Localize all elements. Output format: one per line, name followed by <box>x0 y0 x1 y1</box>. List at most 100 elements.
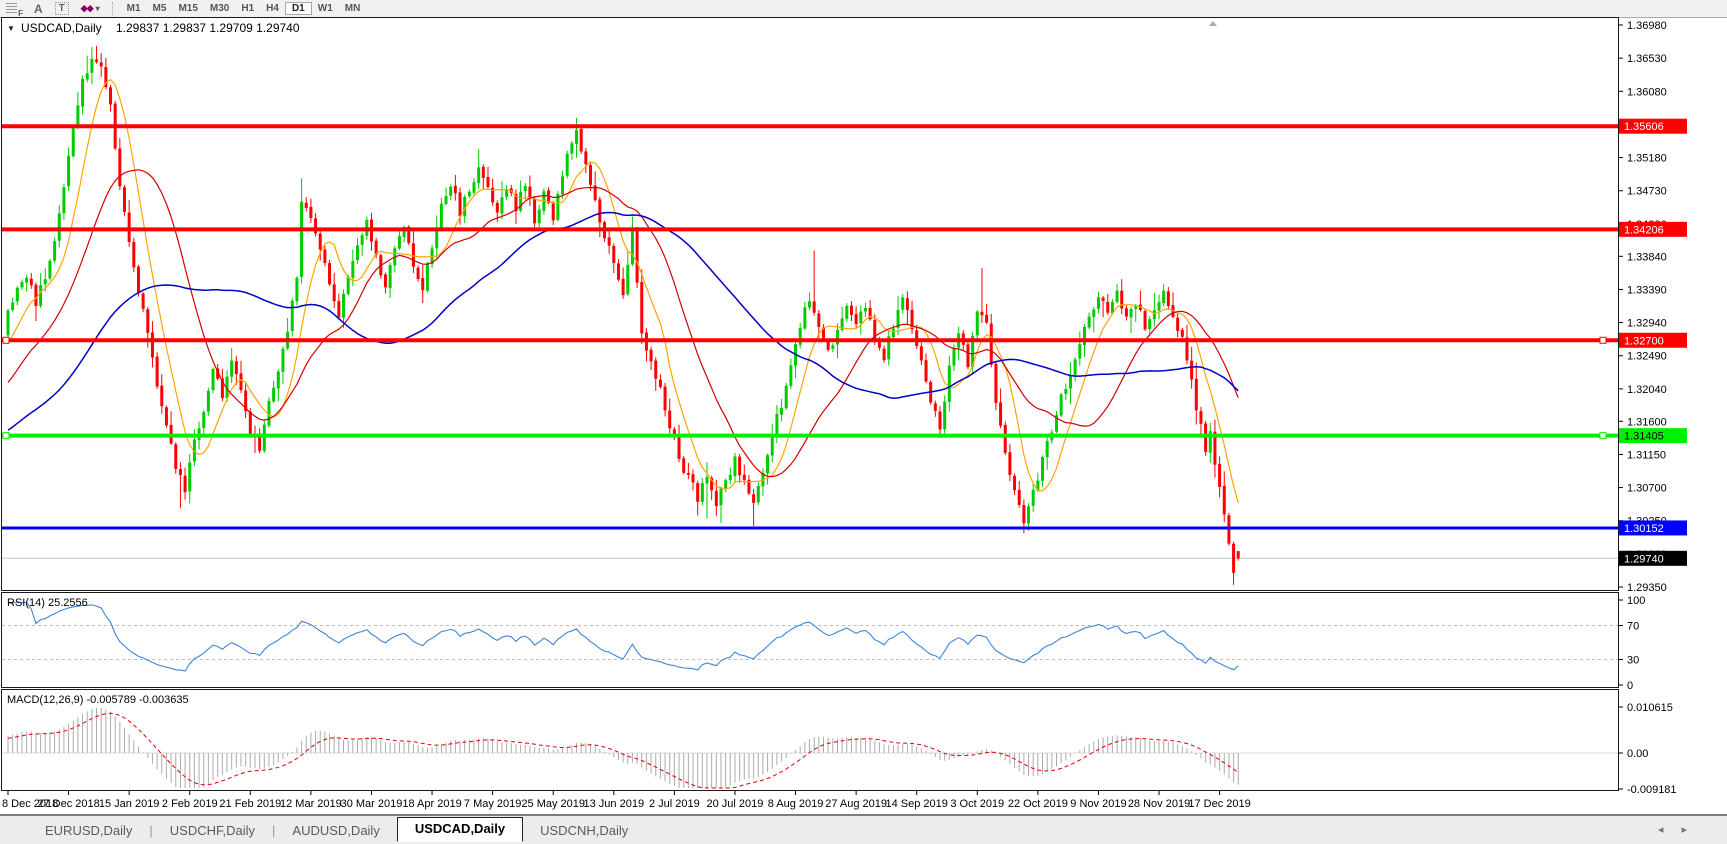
rsi-label: RSI(14) 25.2556 <box>7 597 88 609</box>
date-tick-label: 27 Dec 2018 <box>37 798 99 810</box>
candle-body <box>636 229 639 283</box>
rsi-tick-label: 70 <box>1627 621 1639 633</box>
candle-body <box>1032 490 1035 506</box>
chart-grid-f-icon[interactable]: F <box>0 1 28 16</box>
candle-body <box>519 192 522 211</box>
candle-body <box>915 330 918 346</box>
candle-body <box>1106 302 1109 313</box>
candle-body <box>766 455 769 473</box>
candle-body <box>240 373 243 390</box>
candle-body <box>235 361 238 374</box>
candle-body <box>477 167 480 183</box>
timeframe-button-m30[interactable]: M30 <box>204 3 235 14</box>
candle-body <box>939 412 942 430</box>
candle-body <box>160 386 163 407</box>
candle-body <box>1130 309 1133 317</box>
rsi-tick-label: 0 <box>1627 680 1633 692</box>
candle-body <box>440 204 443 229</box>
candle-body <box>608 237 611 245</box>
candle-body <box>836 330 839 345</box>
timeframe-button-w1[interactable]: W1 <box>312 3 339 14</box>
date-tick-label: 12 Mar 2019 <box>280 798 342 810</box>
rsi-tick-label: 30 <box>1627 655 1639 667</box>
date-tick-label: 27 Aug 2019 <box>825 798 887 810</box>
date-tick-label: 21 Feb 2019 <box>219 798 281 810</box>
timeframe-button-d1[interactable]: D1 <box>285 2 312 15</box>
timeframe-button-h1[interactable]: H1 <box>235 3 260 14</box>
candle-body <box>859 312 862 323</box>
candle-body <box>249 412 252 435</box>
candle-body <box>263 425 266 451</box>
candle-body <box>533 199 536 224</box>
text-label-icon[interactable]: T <box>49 1 75 16</box>
candle-body <box>617 263 620 279</box>
candle-body <box>631 230 634 265</box>
candle-body <box>785 386 788 408</box>
date-tick-label: 18 Apr 2019 <box>402 798 461 810</box>
hline-handle <box>1600 337 1606 343</box>
candle-body <box>780 408 783 414</box>
candle-body <box>528 187 531 199</box>
candle-body <box>1237 551 1240 558</box>
font-a-icon[interactable]: A <box>28 1 49 16</box>
tab-scroll-arrows[interactable]: ◂▸ <box>1658 823 1705 836</box>
timeframe-button-m5[interactable]: M5 <box>147 3 173 14</box>
timeframe-button-m15[interactable]: M15 <box>172 3 203 14</box>
candle-body <box>696 483 699 502</box>
candle-body <box>1018 490 1021 505</box>
candle-body <box>1013 476 1016 490</box>
candle-body <box>1148 319 1151 329</box>
candle-body <box>179 469 182 475</box>
macd-label: MACD(12,26,9) -0.005789 -0.003635 <box>7 694 189 706</box>
date-tick-label: 14 Sep 2019 <box>886 798 948 810</box>
candle-body <box>1102 298 1105 301</box>
candle-body <box>845 306 848 319</box>
candle-body <box>580 129 583 152</box>
rsi-tick-label: 100 <box>1627 595 1645 607</box>
candle-body <box>1223 486 1226 515</box>
candle-body <box>538 210 541 224</box>
candle-body <box>570 143 573 153</box>
candle-body <box>486 177 489 187</box>
candle-body <box>500 197 503 213</box>
tab-usdcnh[interactable]: USDCNH,Daily <box>523 820 645 841</box>
candle-body <box>682 458 685 473</box>
tab-eurusd[interactable]: EURUSD,Daily <box>28 820 149 841</box>
candle-body <box>137 267 140 293</box>
chevron-down-icon: ▾ <box>96 4 100 13</box>
candle-body <box>146 309 149 333</box>
candle-body <box>1232 544 1235 573</box>
chart-area[interactable]: ▼USDCAD,Daily1.29837 1.29837 1.29709 1.2… <box>0 17 1727 814</box>
timeframe-button-m1[interactable]: M1 <box>121 3 147 14</box>
candle-body <box>291 301 294 331</box>
price-line-label-text: 1.35606 <box>1624 121 1664 133</box>
candle-body <box>277 371 280 388</box>
candle-body <box>575 130 578 144</box>
candle-body <box>743 475 746 480</box>
tab-usdchf[interactable]: USDCHF,Daily <box>153 820 272 841</box>
date-tick-label: 2 Jul 2019 <box>649 798 700 810</box>
candle-body <box>706 477 709 483</box>
candle-body <box>445 196 448 204</box>
candle-body <box>566 154 569 176</box>
candle-body <box>11 303 14 310</box>
candle-body <box>505 189 508 196</box>
candle-body <box>384 274 387 287</box>
candle-body <box>188 462 191 491</box>
candle-body <box>803 307 806 328</box>
candle-body <box>90 59 93 73</box>
symbol-dropdown-icon: ▼ <box>7 24 15 33</box>
macd-tick-label: -0.009181 <box>1627 784 1677 796</box>
candle-body <box>128 213 131 242</box>
timeframe-button-h4[interactable]: H4 <box>260 3 285 14</box>
candle-body <box>757 486 760 502</box>
candle-body <box>864 308 867 312</box>
candle-body <box>1153 310 1156 319</box>
candle-body <box>1069 375 1072 388</box>
timeframe-button-mn[interactable]: MN <box>339 3 367 14</box>
tab-audusd[interactable]: AUDUSD,Daily <box>275 820 396 841</box>
shapes-dropdown-icon[interactable]: ◆◆ ▾ <box>75 1 106 16</box>
candle-body <box>752 494 755 503</box>
tab-usdcad[interactable]: USDCAD,Daily <box>397 817 523 842</box>
candle-body <box>925 360 928 381</box>
